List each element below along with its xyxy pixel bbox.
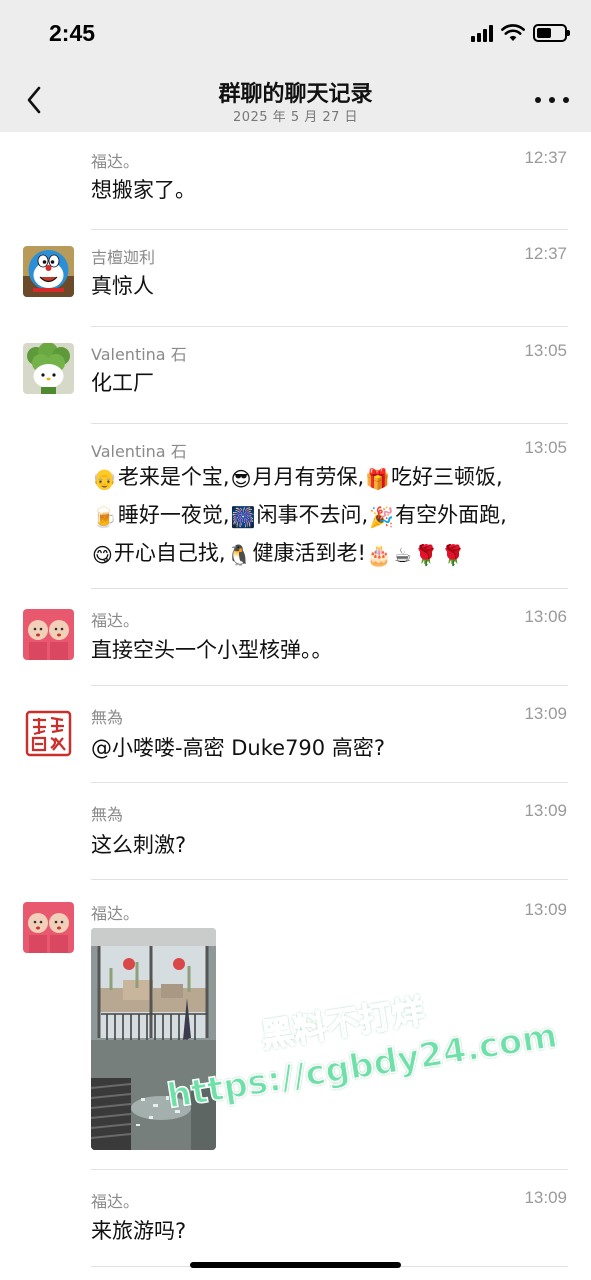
page-title: 群聊的聊天记录: [218, 82, 373, 107]
message-text[interactable]: 来旅游吗?: [91, 1215, 567, 1247]
message-time: 13:09: [524, 1188, 567, 1207]
666-face-icon: 😋: [92, 543, 113, 567]
sender-name: 福达。: [91, 1192, 140, 1211]
more-dot-icon: [563, 97, 569, 103]
message-item[interactable]: Valentina 石 13:05 化工厂: [0, 327, 591, 424]
rose-icon: 🌹: [440, 543, 466, 567]
beer-icon: 🍺: [92, 505, 117, 529]
more-dot-icon: [549, 97, 555, 103]
more-dot-icon: [535, 97, 541, 103]
message-time: 13:09: [524, 704, 567, 723]
avatar-broccoli-kitty[interactable]: [23, 343, 74, 394]
wifi-icon: [501, 24, 525, 41]
message-time: 13:05: [524, 438, 567, 457]
message-item[interactable]: 無為 13:09 这么刺激?: [0, 783, 591, 880]
status-icons: [471, 24, 570, 42]
message-text[interactable]: @小喽喽-高密 Duke790 高密?: [91, 732, 567, 764]
rose-icon: 🌹: [413, 543, 439, 567]
penguin-icon: 🐧: [226, 543, 252, 567]
sender-name: 福达。: [91, 611, 140, 630]
status-bar: 2:45: [0, 0, 591, 70]
more-button[interactable]: [535, 88, 569, 112]
message-time: 12:37: [524, 244, 567, 263]
sender-name: 吉檀迦利: [91, 248, 156, 267]
sender-name: 福达。: [91, 152, 140, 171]
message-time: 13:09: [524, 801, 567, 820]
sender-name: Valentina 石: [91, 345, 187, 364]
avatar-doraemon[interactable]: [23, 246, 74, 297]
nav-bar: 群聊的聊天记录 2025 年 5 月 27 日: [0, 70, 591, 132]
coffee-icon: ☕: [393, 543, 412, 567]
sender-name: 無為: [91, 708, 124, 727]
message-item[interactable]: 福达。 13:09: [0, 880, 591, 1170]
message-line: 🍺睡好一夜觉,🎆闲事不去问,🎉有空外面跑,: [91, 497, 567, 535]
message-text[interactable]: 想搬家了。: [91, 174, 567, 206]
battery-icon: [533, 24, 570, 42]
sender-name: 福达。: [91, 904, 140, 923]
message-time: 13:06: [524, 607, 567, 626]
message-item[interactable]: 吉檀迦利 12:37 真惊人: [0, 230, 591, 327]
message-text[interactable]: 化工厂: [91, 367, 567, 399]
message-time: 13:09: [524, 900, 567, 919]
status-time: 2:45: [49, 20, 96, 46]
message-list: 福达。 12:37 想搬家了。 吉檀迦利 12:37 真惊人 Valentina…: [0, 132, 591, 1267]
message-text[interactable]: 这么刺激?: [91, 829, 567, 861]
message-line: 👴老来是个宝,😎月月有劳保,🎁吃好三顿饭,: [91, 459, 567, 497]
avatar-red-seal[interactable]: [23, 708, 74, 759]
message-item[interactable]: 福达。 13:06 直接空头一个小型核弹。。: [0, 589, 591, 686]
message-item[interactable]: Valentina 石 13:05 👴老来是个宝,😎月月有劳保,🎁吃好三顿饭, …: [0, 424, 591, 589]
avatar-twin-babies[interactable]: [23, 902, 74, 953]
home-indicator[interactable]: [190, 1262, 401, 1268]
sunglasses-icon: 😎: [230, 467, 252, 491]
message-time: 12:37: [524, 148, 567, 167]
cellular-signal-icon: [471, 25, 493, 42]
cake-icon: 🎂: [366, 543, 392, 567]
fireworks-icon: 🎆: [230, 505, 256, 529]
message-item[interactable]: 福达。 12:37 想搬家了。: [0, 132, 591, 230]
message-text[interactable]: 真惊人: [91, 270, 567, 302]
gift-icon: 🎁: [365, 467, 391, 491]
message-line: 😋开心自己找,🐧健康活到老!🎂 ☕ 🌹 🌹: [91, 535, 567, 573]
old-man-icon: 👴: [92, 467, 117, 491]
sender-name: 無為: [91, 805, 124, 824]
message-time: 13:05: [524, 341, 567, 360]
message-item[interactable]: 福达。 13:09 来旅游吗?: [0, 1170, 591, 1267]
message-text[interactable]: 👴老来是个宝,😎月月有劳保,🎁吃好三顿饭, 🍺睡好一夜觉,🎆闲事不去问,🎉有空外…: [91, 459, 567, 573]
room-photo[interactable]: [91, 928, 216, 1150]
message-text[interactable]: 直接空头一个小型核弹。。: [91, 634, 567, 666]
avatar-twin-babies[interactable]: [23, 609, 74, 660]
message-item[interactable]: 無為 13:09 @小喽喽-高密 Duke790 高密?: [0, 686, 591, 783]
party-popper-icon: 🎉: [369, 505, 395, 529]
chat-date: 2025 年 5 月 27 日: [232, 110, 359, 125]
